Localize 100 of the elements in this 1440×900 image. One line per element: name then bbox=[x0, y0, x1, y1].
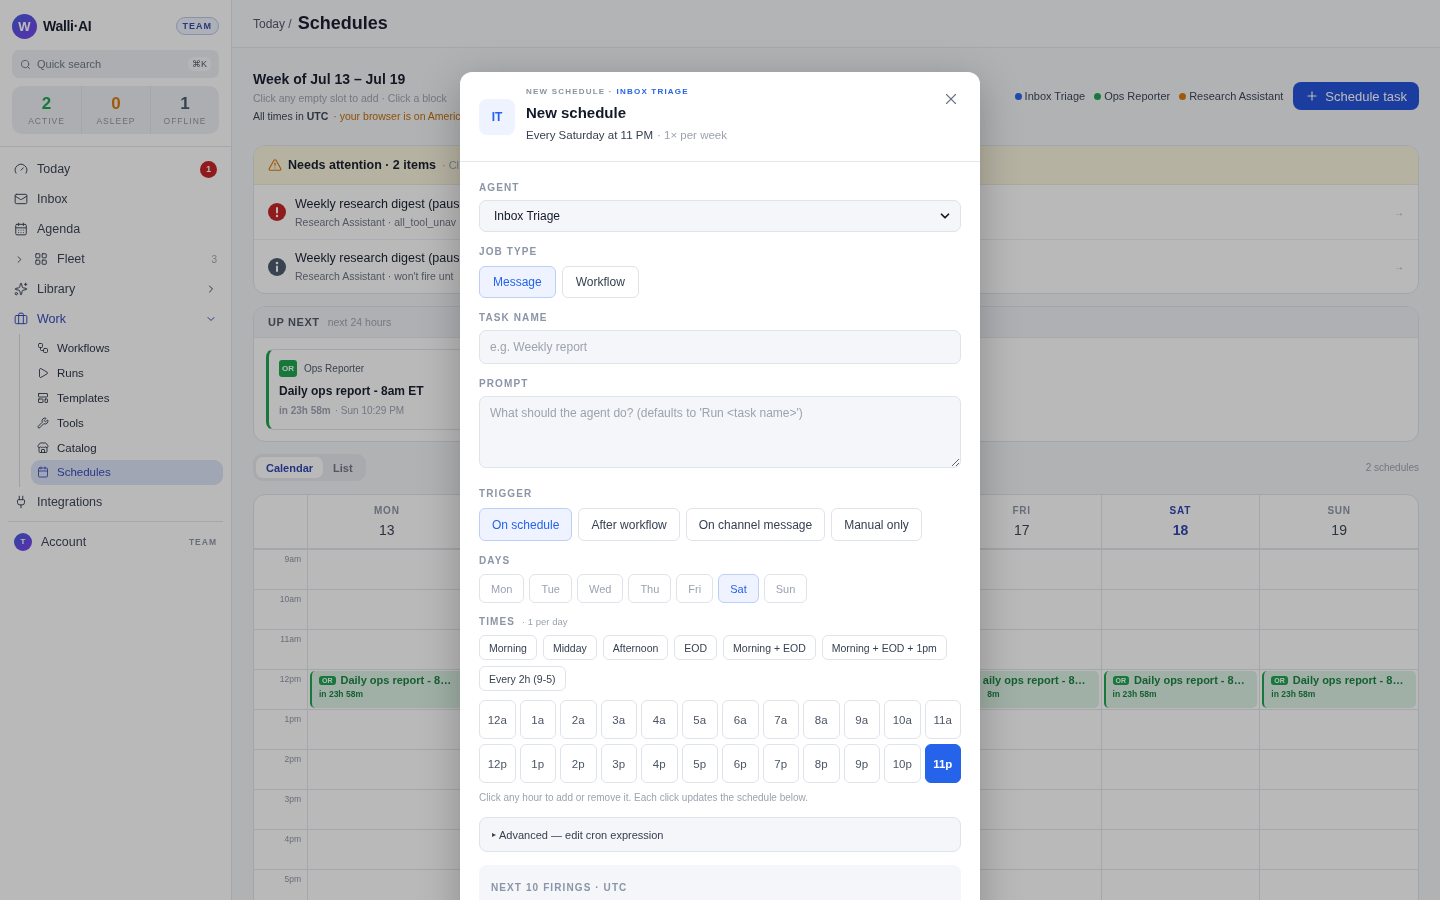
hour-button[interactable]: 12a bbox=[479, 700, 516, 739]
info-icon bbox=[268, 257, 286, 276]
search-placeholder: Quick search bbox=[37, 58, 102, 70]
schedule-summary: Every Saturday at 11 PM bbox=[526, 129, 653, 141]
option-button[interactable]: Message bbox=[479, 266, 556, 298]
agent-name: Ops Reporter bbox=[304, 363, 365, 374]
hour-button[interactable]: 7p bbox=[762, 744, 799, 783]
option-button[interactable]: Sat bbox=[718, 574, 759, 603]
nav-item[interactable]: Catalog bbox=[31, 435, 223, 460]
preset-button[interactable]: Every 2h (9-5) bbox=[479, 666, 566, 691]
hour-button[interactable]: 9p bbox=[843, 744, 880, 783]
nav-item[interactable]: Integrations bbox=[8, 486, 223, 517]
hour-button[interactable]: 1a bbox=[519, 700, 556, 739]
account-item[interactable]: T Account TEAM bbox=[0, 526, 231, 557]
hour-button[interactable]: 3a bbox=[600, 700, 637, 739]
hour-button[interactable]: 12p bbox=[479, 744, 516, 783]
nav-item[interactable]: Work bbox=[8, 304, 223, 334]
nav-item[interactable]: Library bbox=[8, 274, 223, 304]
schedule-task-button[interactable]: Schedule task bbox=[1293, 82, 1419, 110]
attention-item-title: Weekly research digest (paus bbox=[295, 196, 460, 211]
day-date: 13 bbox=[379, 522, 395, 538]
hour-button[interactable]: 11a bbox=[924, 700, 961, 739]
hour-button[interactable]: 6p bbox=[722, 744, 759, 783]
event-title: aily ops report - 8… bbox=[982, 674, 1087, 686]
hour-button[interactable]: 10a bbox=[884, 700, 921, 739]
preset-button[interactable]: Morning + EOD bbox=[723, 635, 816, 660]
breadcrumb-link[interactable]: Today / bbox=[253, 16, 292, 31]
hour-button[interactable]: 9a bbox=[843, 700, 880, 739]
attention-item-detail: Research Assistant · all_tool_unav bbox=[295, 215, 458, 228]
hour-button[interactable]: 4a bbox=[641, 700, 678, 739]
preset-button[interactable]: Midday bbox=[542, 635, 597, 660]
attention-title: Needs attention · 2 items bbox=[288, 158, 436, 172]
nav-item[interactable]: Workflows bbox=[31, 336, 223, 361]
hour-button[interactable]: 11p bbox=[924, 744, 961, 783]
hour-button[interactable]: 3p bbox=[600, 744, 637, 783]
search-field[interactable]: Quick search ⌘K bbox=[12, 50, 219, 78]
task-time: · Sun 10:29 PM bbox=[334, 405, 405, 416]
hour-button[interactable]: 1p bbox=[519, 744, 556, 783]
option-button[interactable]: On channel message bbox=[685, 508, 826, 541]
option-button[interactable]: Manual only bbox=[831, 508, 922, 541]
nodes-icon bbox=[37, 342, 49, 355]
gauge-icon bbox=[14, 162, 28, 176]
nav-item[interactable]: Runs bbox=[31, 360, 223, 386]
event-eta: in 23h 58m bbox=[1112, 689, 1157, 699]
view-tab[interactable]: Calendar bbox=[256, 457, 324, 478]
warning-icon bbox=[268, 158, 282, 172]
option-button[interactable]: On schedule bbox=[479, 508, 573, 541]
nav-item[interactable]: Today 1 bbox=[8, 154, 223, 184]
nav-item[interactable]: Agenda bbox=[8, 214, 223, 244]
hour-button[interactable]: 2p bbox=[560, 744, 597, 783]
brand-name: Walli·AI bbox=[43, 18, 92, 34]
task-eta: in 23h 58m bbox=[279, 405, 331, 416]
preset-button[interactable]: EOD bbox=[674, 635, 718, 660]
nav-item[interactable]: Tools bbox=[31, 410, 223, 436]
nav-item[interactable]: Schedules bbox=[31, 460, 223, 485]
calendar-slot[interactable] bbox=[1259, 709, 1418, 749]
page-title: Schedules bbox=[297, 13, 388, 34]
hour-button[interactable]: 4p bbox=[641, 744, 678, 783]
count-badge: 1 bbox=[200, 160, 217, 178]
preset-button[interactable]: Morning bbox=[479, 635, 537, 660]
sparkles-icon bbox=[14, 282, 28, 296]
agent-badge: OR bbox=[279, 360, 297, 377]
hour-button[interactable]: 2a bbox=[560, 700, 597, 739]
time-label: 9am bbox=[284, 554, 301, 564]
field-label: TIMES bbox=[479, 616, 516, 627]
plus-icon bbox=[1305, 89, 1320, 103]
hour-button[interactable]: 5p bbox=[681, 744, 718, 783]
day-name: MON bbox=[374, 505, 400, 516]
hour-button[interactable]: 8a bbox=[803, 700, 840, 739]
logo: W bbox=[12, 13, 37, 39]
legend-item: Inbox Triage bbox=[1014, 90, 1086, 102]
timezone-warning: · your browser is on Americ bbox=[333, 110, 461, 122]
hour-button[interactable]: 7a bbox=[762, 700, 799, 739]
option-button[interactable]: Workflow bbox=[561, 266, 639, 298]
stat-label: OFFLINE bbox=[163, 115, 207, 126]
section-title: UP NEXT bbox=[268, 316, 320, 328]
nav-item[interactable]: Inbox bbox=[8, 184, 223, 214]
hour-button[interactable]: 6a bbox=[722, 700, 759, 739]
field-label: TASK NAME bbox=[479, 312, 548, 323]
stat-label: ASLEEP bbox=[96, 115, 136, 126]
agent-select[interactable]: Inbox Triage bbox=[479, 200, 961, 232]
hour-button[interactable]: 5a bbox=[681, 700, 718, 739]
grid-icon bbox=[34, 252, 48, 266]
event-eta: in 23h 58m bbox=[319, 689, 363, 699]
arrow-icon: → bbox=[1394, 206, 1404, 218]
day-date: 17 bbox=[1013, 522, 1030, 538]
panel-title: NEXT 10 FIRINGS · UTC bbox=[491, 882, 628, 893]
calendar-slot[interactable] bbox=[1100, 709, 1260, 749]
advanced-toggle[interactable]: ▸ Advanced — edit cron expression bbox=[479, 817, 961, 852]
option-button[interactable]: After workflow bbox=[578, 508, 680, 541]
prompt-field[interactable]: What should the agent do? (defaults to 'Run <task name>') bbox=[479, 396, 961, 468]
nav-item[interactable]: Fleet 3 bbox=[8, 244, 223, 274]
hour-button[interactable]: 10p bbox=[884, 744, 921, 783]
event-title: Daily ops report - 8… bbox=[340, 674, 452, 686]
preset-button[interactable]: Afternoon bbox=[602, 635, 669, 660]
nav-item[interactable]: Templates bbox=[31, 385, 223, 411]
hour-button[interactable]: 8p bbox=[803, 744, 840, 783]
task-name-field[interactable]: e.g. Weekly report bbox=[479, 330, 961, 364]
dialog-kicker: NEW SCHEDULE · bbox=[526, 87, 613, 96]
preset-button[interactable]: Morning + EOD + 1pm bbox=[821, 635, 947, 660]
